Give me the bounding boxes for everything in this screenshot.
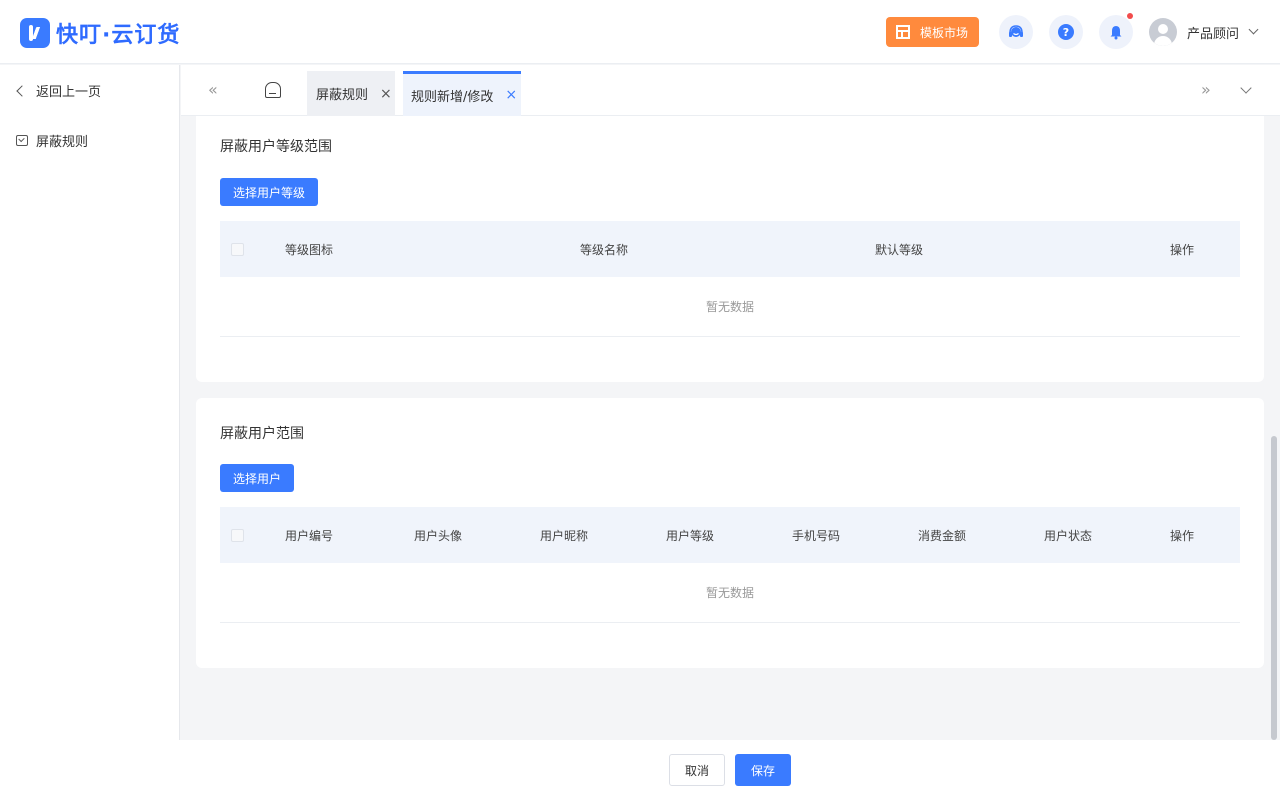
select-all-checkbox[interactable] (231, 529, 244, 542)
help-icon: ? (1058, 24, 1074, 40)
tab-label: 屏蔽规则 (316, 88, 369, 103)
column-header: 用户状态 (1044, 529, 1093, 543)
app-logo[interactable]: 快叮·云订货 (20, 17, 180, 49)
tab-bar: « 屏蔽规则 × 规则新增/修改 × » (181, 65, 1280, 116)
vertical-scrollbar[interactable] (1271, 436, 1277, 740)
tabs-menu-chevron-down-icon[interactable] (1240, 82, 1252, 94)
select-user-button[interactable]: 选择用户 (220, 464, 294, 492)
tab-rule-edit[interactable]: 规则新增/修改 × (403, 71, 521, 116)
sidebar: 返回上一页 屏蔽规则 (0, 65, 180, 740)
layout-icon (896, 25, 910, 39)
column-header: 操作 (1170, 529, 1195, 543)
save-button[interactable]: 保存 (735, 754, 791, 786)
template-market-label: 模板市场 (920, 25, 969, 40)
template-market-button[interactable]: 模板市场 (886, 17, 979, 47)
back-label: 返回上一页 (36, 85, 102, 100)
notification-button[interactable] (1099, 13, 1133, 49)
sidebar-item-block-rules[interactable]: 屏蔽规则 (16, 131, 88, 150)
close-icon[interactable]: × (380, 86, 392, 102)
chevron-down-icon[interactable] (1248, 24, 1259, 35)
column-header: 用户头像 (414, 529, 463, 543)
help-button[interactable]: ? (1049, 15, 1083, 49)
headset-icon (1009, 25, 1023, 37)
column-header: 默认等级 (875, 243, 924, 257)
bell-icon (1110, 26, 1122, 40)
back-link[interactable]: 返回上一页 (16, 81, 102, 100)
empty-state: 暂无数据 (220, 563, 1240, 623)
table-header: 等级图标 等级名称 默认等级 操作 (220, 221, 1240, 277)
level-scope-card: 屏蔽用户等级范围 选择用户等级 等级图标 等级名称 默认等级 操作 暂无数据 (196, 116, 1264, 382)
checkbox-icon (16, 135, 28, 146)
close-icon[interactable]: × (505, 87, 517, 103)
chevron-left-icon (16, 84, 28, 97)
tab-block-rules[interactable]: 屏蔽规则 × (307, 71, 395, 116)
column-header: 用户昵称 (540, 529, 589, 543)
scroll-tabs-left-icon[interactable]: « (208, 82, 218, 98)
top-header: 快叮·云订货 模板市场 ? 产品顾问 (0, 0, 1280, 64)
footer-actions: 取消 保存 (0, 740, 1280, 800)
sidebar-item-label: 屏蔽规则 (36, 135, 89, 150)
tab-label: 规则新增/修改 (411, 89, 494, 105)
empty-state: 暂无数据 (220, 277, 1240, 337)
logo-text: 快叮·云订货 (56, 23, 181, 48)
select-user-level-button[interactable]: 选择用户等级 (220, 178, 318, 206)
user-name[interactable]: 产品顾问 (1187, 23, 1239, 42)
cancel-button[interactable]: 取消 (669, 754, 725, 786)
column-header: 等级名称 (580, 243, 629, 257)
notification-badge (1127, 13, 1133, 19)
select-all-checkbox[interactable] (231, 243, 244, 256)
logo-icon (20, 18, 50, 48)
column-header: 用户等级 (666, 529, 715, 543)
home-icon[interactable] (265, 82, 281, 98)
section-title: 屏蔽用户范围 (220, 426, 304, 442)
section-title: 屏蔽用户等级范围 (220, 139, 332, 155)
column-header: 消费金额 (918, 529, 967, 543)
column-header: 操作 (1170, 243, 1195, 257)
customer-service-button[interactable] (999, 15, 1033, 49)
scroll-tabs-right-icon[interactable]: » (1201, 82, 1211, 98)
avatar[interactable] (1149, 18, 1177, 46)
user-scope-card: 屏蔽用户范围 选择用户 用户编号 用户头像 用户昵称 用户等级 手机号码 消费金… (196, 398, 1264, 668)
column-header: 手机号码 (792, 529, 841, 543)
table-header: 用户编号 用户头像 用户昵称 用户等级 手机号码 消费金额 用户状态 操作 (220, 507, 1240, 563)
column-header: 等级图标 (285, 243, 334, 257)
column-header: 用户编号 (285, 529, 334, 543)
